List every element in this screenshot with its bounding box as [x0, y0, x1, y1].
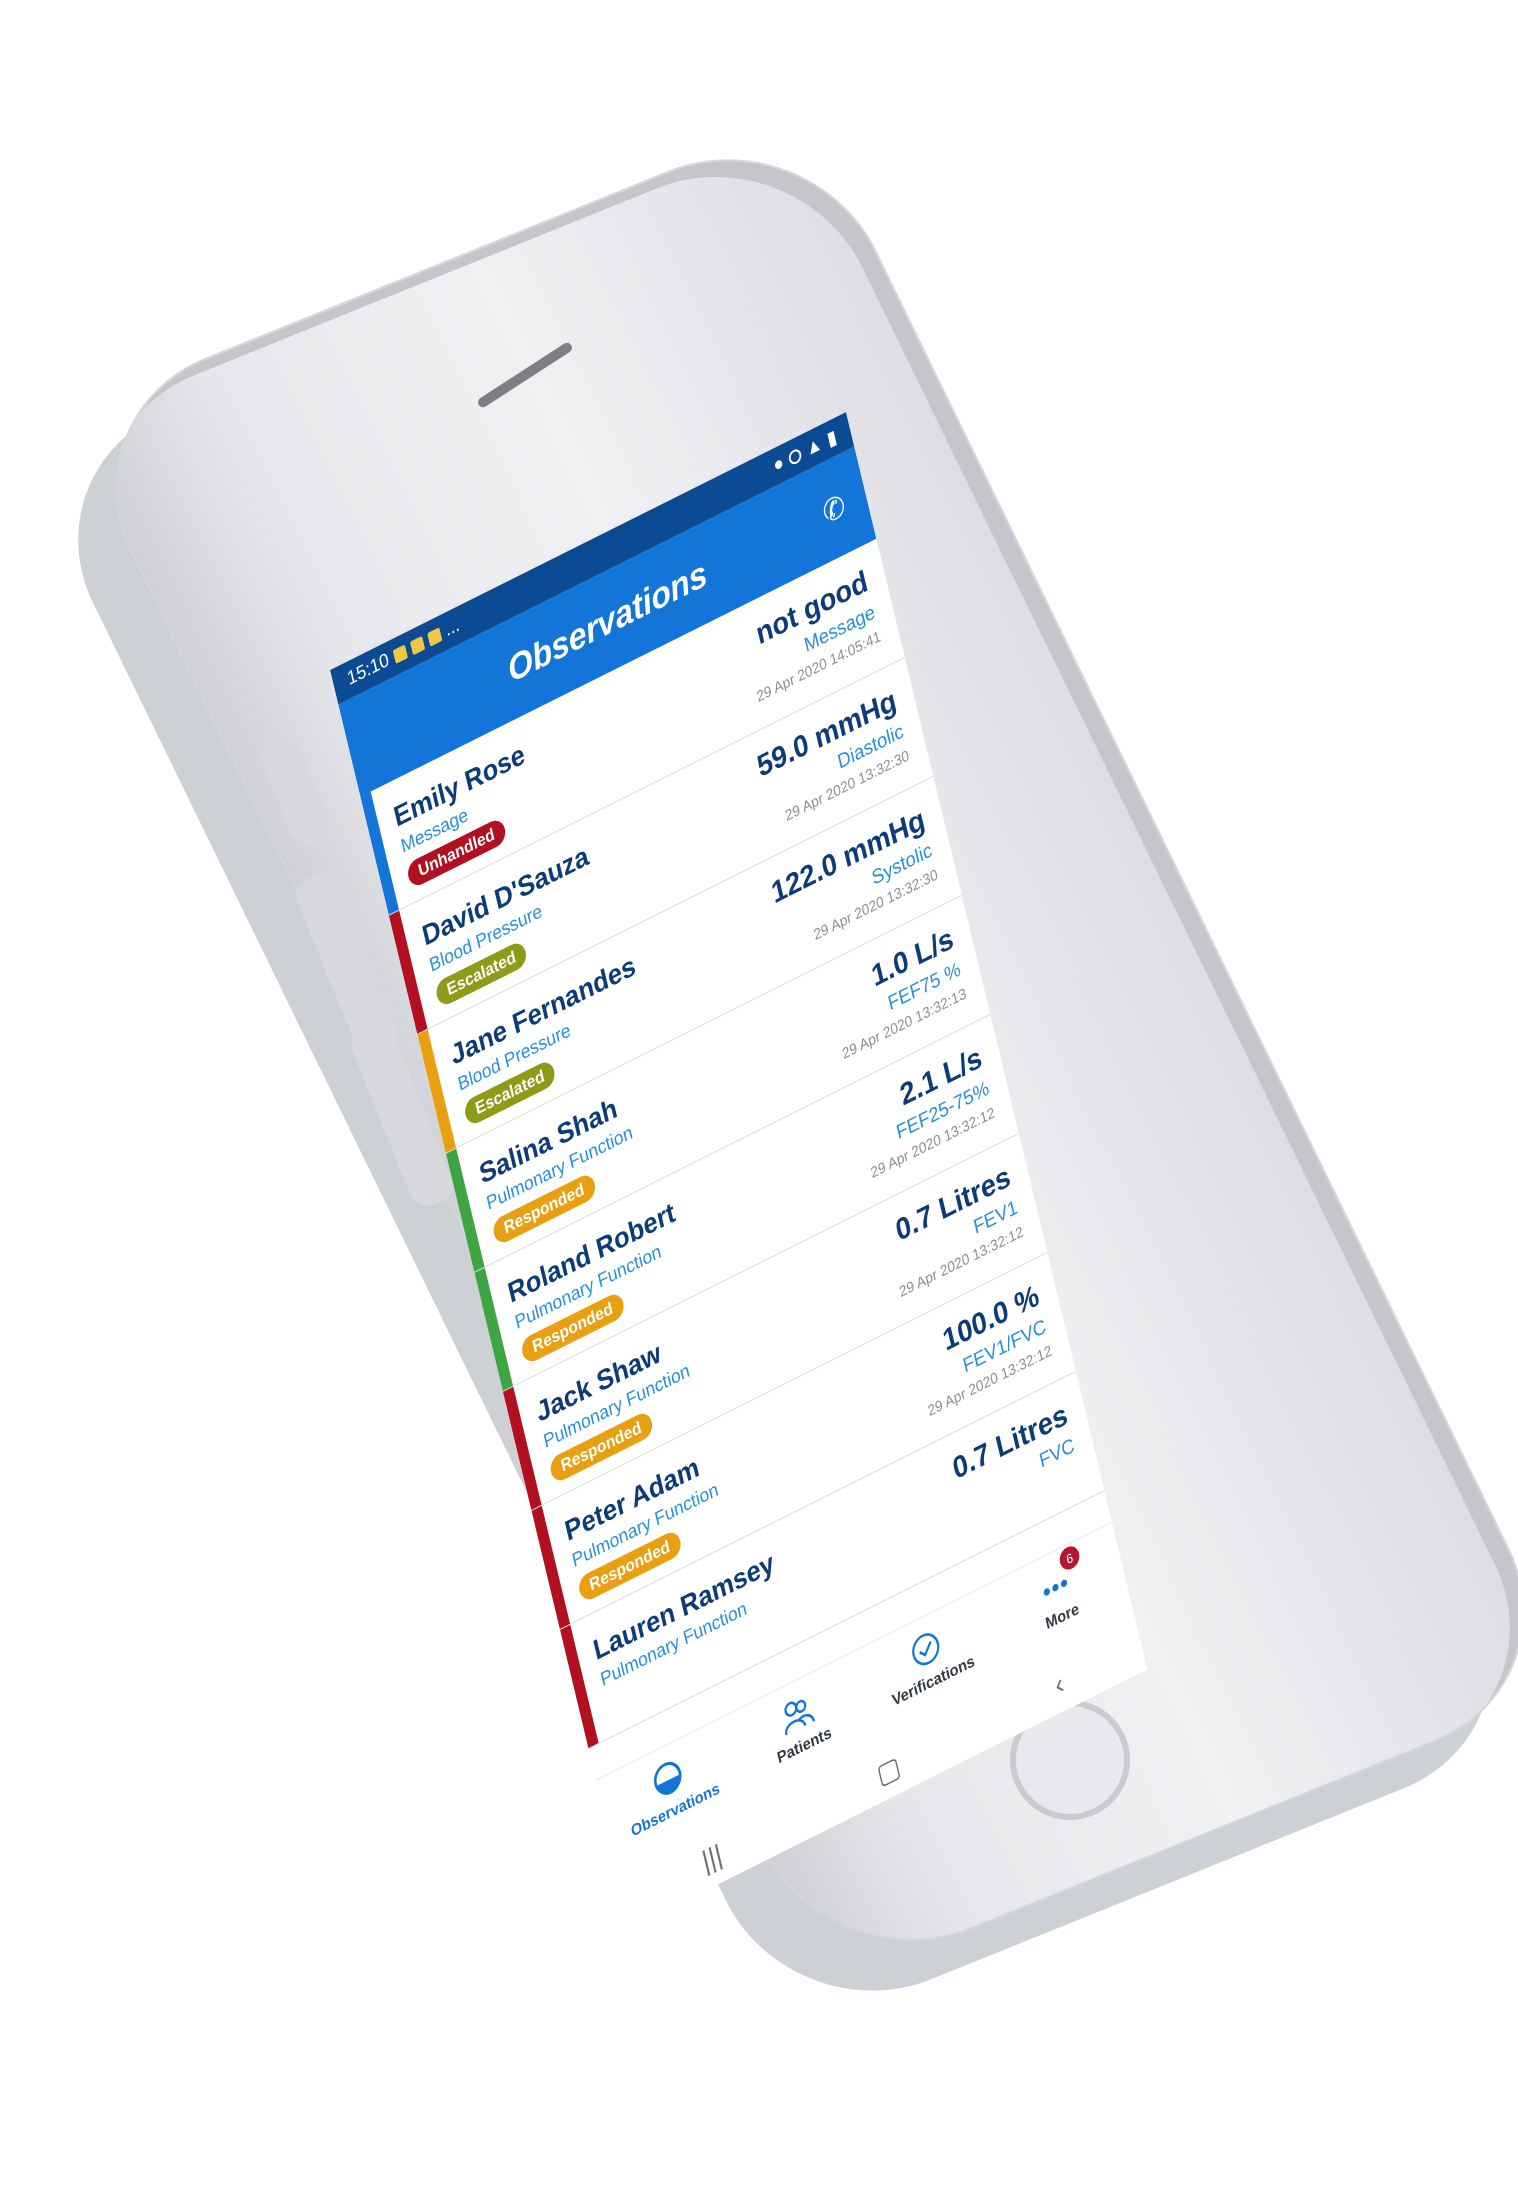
- location-icon: ●: [771, 451, 786, 478]
- notification-icon: [426, 627, 443, 647]
- status-ellipsis: ...: [443, 614, 462, 642]
- wifi-icon: [787, 447, 803, 467]
- phone-icon[interactable]: ✆: [819, 488, 849, 532]
- notification-icon: [409, 636, 425, 656]
- battery-icon: ▮: [824, 426, 839, 451]
- back-chevron-icon[interactable]: ‹: [1052, 1667, 1067, 1702]
- signal-icon: ▲: [803, 432, 825, 461]
- notification-icon: [392, 644, 408, 665]
- home-square-icon[interactable]: ▢: [873, 1748, 904, 1791]
- photo-stage: 15:10 ... ● ▲ ▮ Observations ✆ Emily Ros…: [0, 0, 1518, 2203]
- recent-apps-icon[interactable]: |||: [699, 1838, 725, 1878]
